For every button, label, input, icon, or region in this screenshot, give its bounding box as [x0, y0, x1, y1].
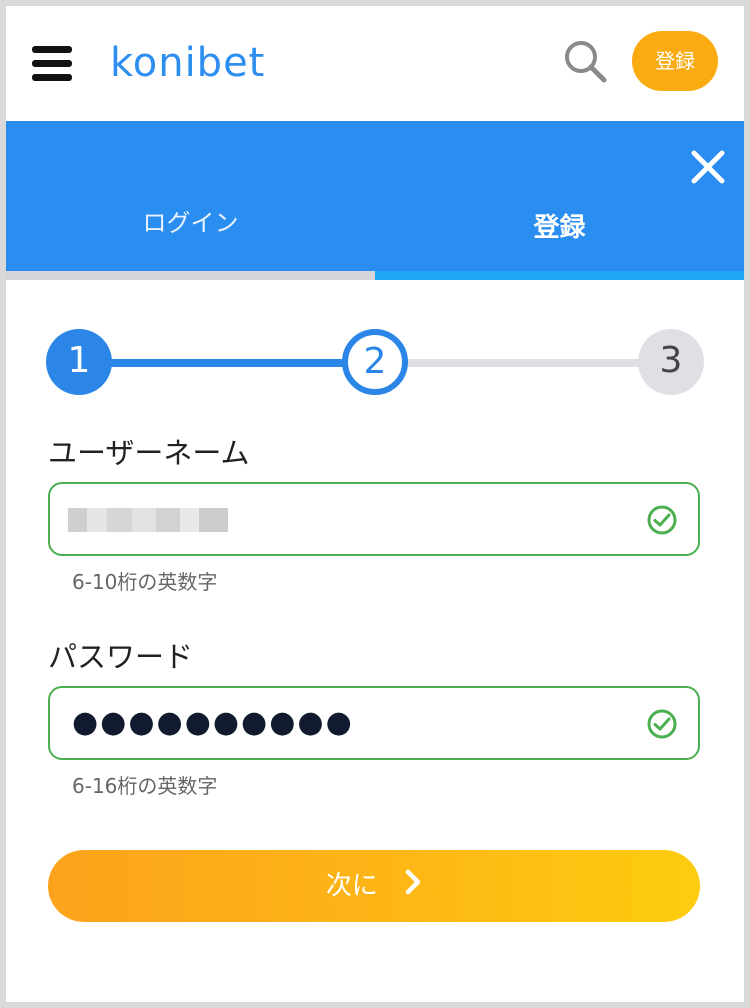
- chevron-right-icon: [404, 851, 422, 923]
- password-masked-value: ●●●●●●●●●●: [72, 705, 354, 740]
- password-field[interactable]: ●●●●●●●●●●: [48, 686, 700, 760]
- auth-tab-bar: ログイン 登録: [6, 121, 744, 271]
- username-label: ユーザーネーム: [48, 436, 250, 470]
- step-2-current: 2: [342, 329, 408, 395]
- step-1: 1: [46, 329, 112, 395]
- stepper-line-completed: [96, 359, 366, 367]
- tab-login-underline: [6, 271, 375, 280]
- tab-register[interactable]: 登録: [375, 121, 744, 271]
- next-button-label: 次に: [325, 871, 378, 901]
- hamburger-menu-icon[interactable]: [32, 44, 72, 84]
- next-button[interactable]: 次に: [48, 850, 700, 922]
- username-field[interactable]: [48, 482, 700, 556]
- tab-register-label: 登録: [533, 213, 586, 243]
- close-icon[interactable]: [690, 149, 726, 185]
- username-masked-value: [68, 508, 228, 532]
- tab-register-underline: [375, 271, 744, 280]
- tab-login-label: ログイン: [142, 209, 239, 237]
- top-header: konibet 登録: [6, 6, 744, 121]
- step-3: 3: [638, 329, 704, 395]
- tab-login[interactable]: ログイン: [6, 121, 375, 271]
- username-valid-check-icon: [647, 505, 677, 535]
- registration-stepper: 1 2 3: [46, 329, 706, 395]
- password-valid-check-icon: [647, 709, 677, 739]
- app-frame: konibet 登録 ログイン 登録 1 2 3 ユーザーネーム 6-10桁の英…: [6, 6, 744, 1002]
- username-hint: 6-10桁の英数字: [72, 570, 218, 594]
- password-label: パスワード: [48, 640, 194, 674]
- search-icon[interactable]: [562, 38, 608, 84]
- brand-logo[interactable]: konibet: [110, 36, 265, 90]
- register-button[interactable]: 登録: [632, 31, 718, 91]
- password-hint: 6-16桁の英数字: [72, 774, 218, 798]
- stepper-line-pending: [396, 359, 666, 367]
